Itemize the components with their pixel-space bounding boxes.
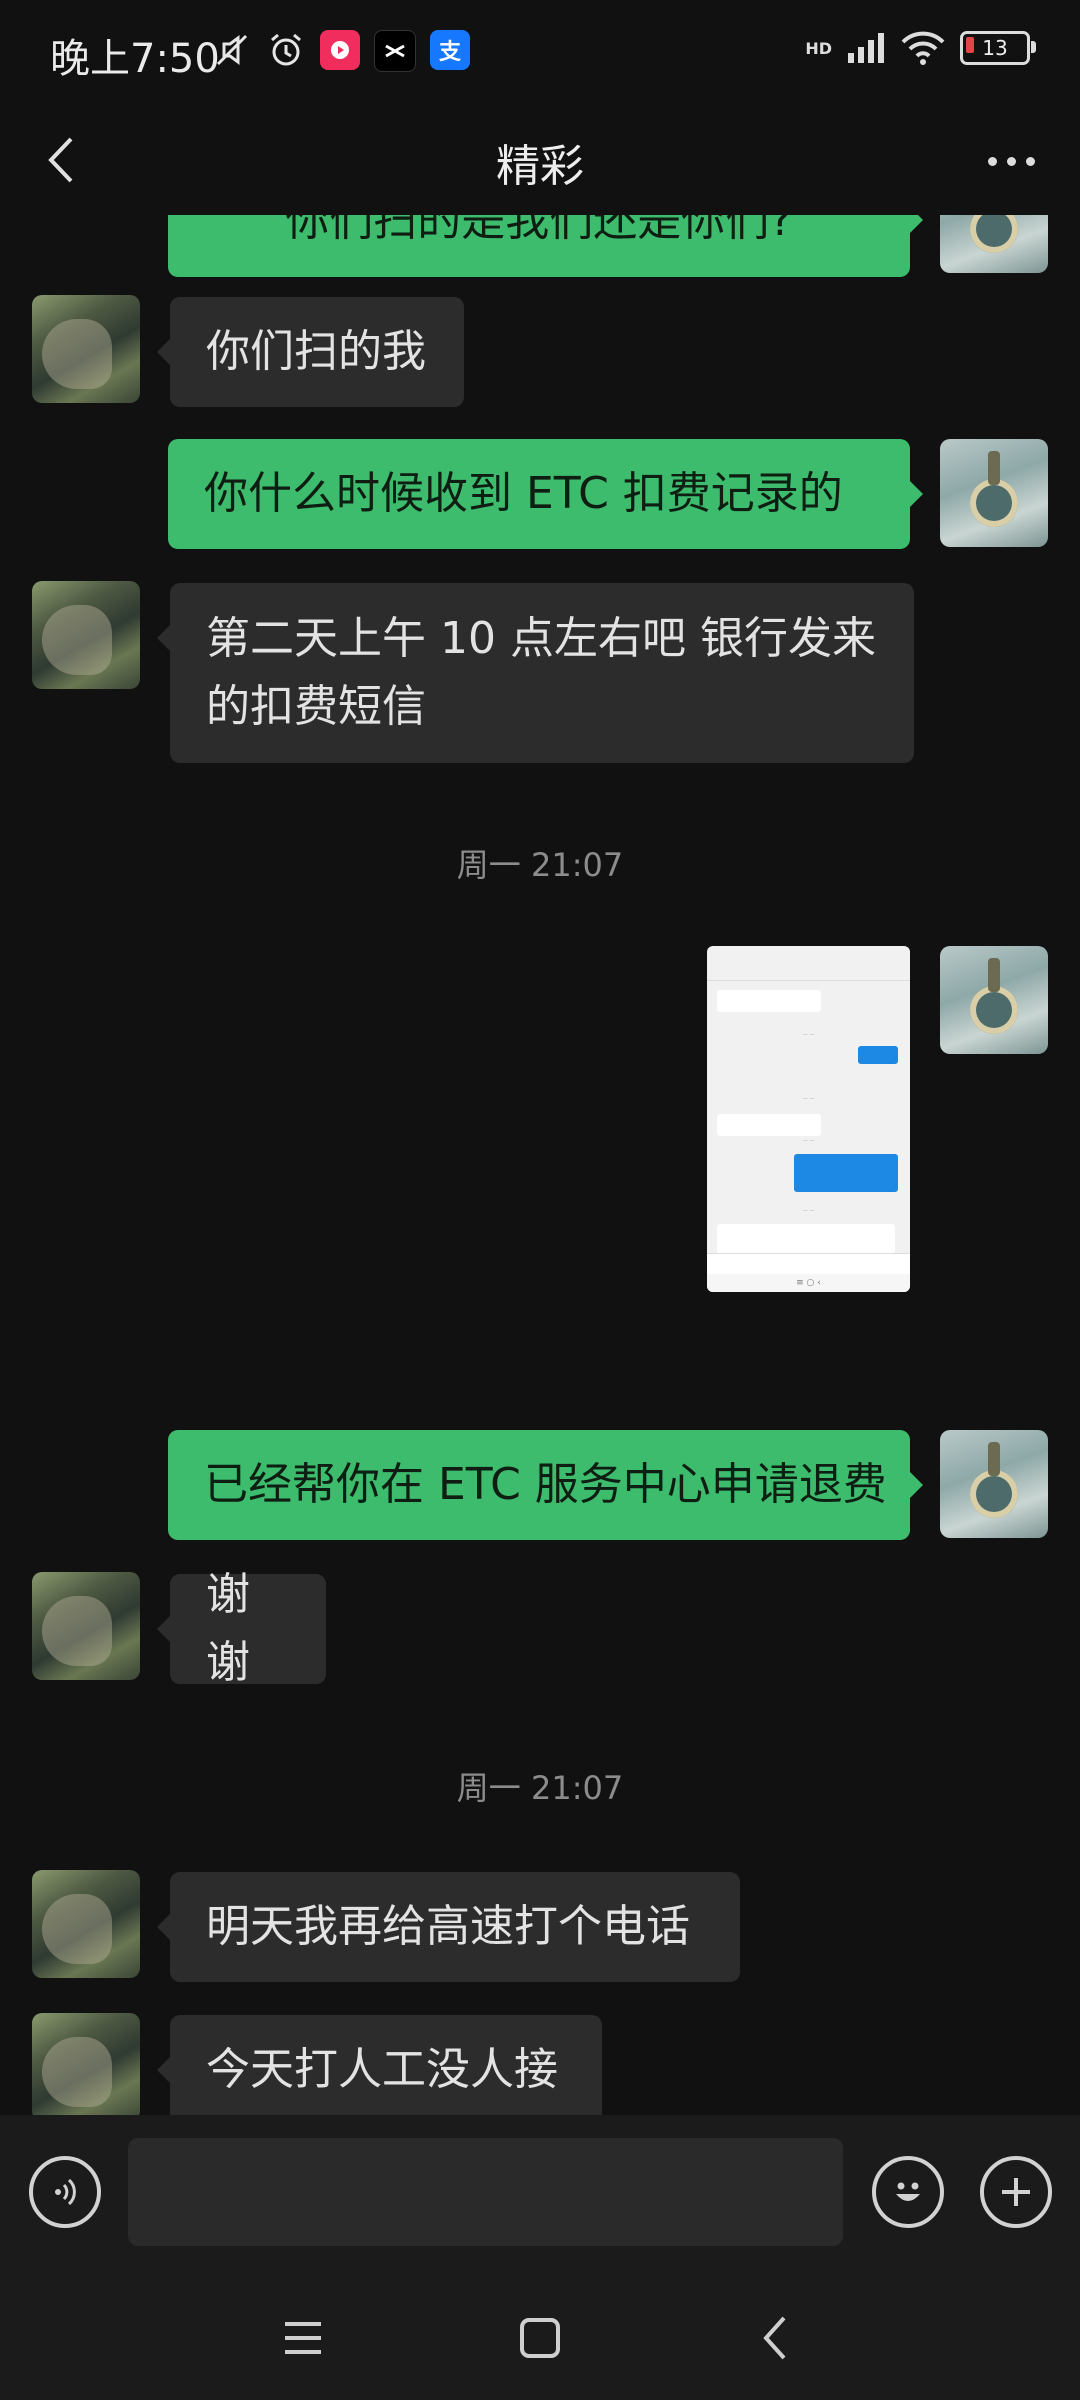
video-app-icon xyxy=(320,30,360,70)
avatar-contact[interactable] xyxy=(32,1870,140,1978)
chat-screenshot-image[interactable]: — — — — — — — — ≡ ○ ‹ xyxy=(707,946,910,1292)
message-bubble-received[interactable]: 明天我再给高速打个电话 xyxy=(157,1872,740,1982)
thumb-status xyxy=(707,946,910,960)
message-text: 你们扫的是我们还是你们? xyxy=(285,215,793,246)
avatar-self[interactable] xyxy=(940,1430,1048,1538)
network-type: HD xyxy=(805,38,832,58)
signal-icon xyxy=(848,33,884,63)
battery-level: 13 xyxy=(982,36,1008,60)
thumb-nav: ≡ ○ ‹ xyxy=(707,1274,910,1292)
more-dots-icon[interactable] xyxy=(966,133,1056,189)
thumb-ts: — — xyxy=(802,1138,815,1144)
message-text: 今天打人工没人接 xyxy=(206,2044,558,2095)
emoji-button[interactable] xyxy=(872,2156,944,2228)
avatar-contact[interactable] xyxy=(32,1572,140,1680)
message-text: 你们扫的我 xyxy=(206,326,426,377)
message-bubble-received[interactable]: 第二天上午 10 点左右吧 银行发来的扣费短信 xyxy=(157,583,914,763)
emoji-icon xyxy=(896,2182,920,2201)
message-input[interactable] xyxy=(128,2138,843,2246)
mute-icon xyxy=(212,30,252,70)
battery-icon: 13 xyxy=(960,31,1036,65)
status-system-icons: HD 13 xyxy=(805,30,1036,66)
message-bubble-sent[interactable]: 你什么时候收到 ETC 扣费记录的 xyxy=(168,439,923,549)
plus-button[interactable] xyxy=(980,2156,1052,2228)
thumb-bubble xyxy=(717,1224,895,1254)
home-icon xyxy=(520,2318,560,2358)
back-icon xyxy=(763,2316,786,2360)
status-time: 晚上7:50 xyxy=(50,36,220,82)
system-nav-bar xyxy=(0,2275,1080,2400)
alipay-icon: 支 xyxy=(430,30,470,70)
nav-home-button[interactable] xyxy=(500,2305,580,2371)
avatar-contact[interactable] xyxy=(32,2013,140,2115)
message-bubble-received[interactable]: 今天打人工没人接 xyxy=(157,2015,602,2115)
input-bar xyxy=(0,2115,1080,2275)
avatar-self[interactable] xyxy=(940,215,1048,273)
voice-icon xyxy=(55,2178,76,2206)
thumb-ts: — — xyxy=(802,1208,815,1214)
message-bubble-sent[interactable]: 你们扫的是我们还是你们? xyxy=(168,215,923,277)
thumb-bubble xyxy=(717,1114,821,1136)
message-timestamp: 周一 21:07 xyxy=(456,1769,624,1807)
message-timestamp: 周一 21:07 xyxy=(456,846,624,884)
nav-menu-button[interactable] xyxy=(263,2305,343,2371)
menu-icon xyxy=(285,2322,321,2354)
status-bar: 晚上7:50 支 HD 13 xyxy=(0,0,1080,105)
voice-button[interactable] xyxy=(29,2156,101,2228)
thumb-bubble xyxy=(717,990,821,1012)
alarm-icon xyxy=(266,30,306,70)
message-bubble-received[interactable]: 谢谢 xyxy=(157,1569,326,1688)
message-text: 明天我再给高速打个电话 xyxy=(206,1901,690,1952)
message-text: 你什么时候收到 ETC 扣费记录的 xyxy=(204,468,843,519)
avatar-contact[interactable] xyxy=(32,581,140,689)
thumb-header xyxy=(707,960,910,981)
avatar-contact[interactable] xyxy=(32,295,140,403)
message-list[interactable]: 你们扫的是我们还是你们? 你们扫的我 你什么时候收到 ETC 扣费记录的 第二天… xyxy=(0,215,1080,2115)
capcut-icon xyxy=(374,30,416,72)
message-bubble-sent[interactable]: 已经帮你在 ETC 服务中心申请退费 xyxy=(168,1430,923,1540)
nav-back-button[interactable] xyxy=(735,2305,815,2371)
chat-header: 精彩 xyxy=(0,105,1080,215)
thumb-input xyxy=(707,1253,910,1274)
avatar-self[interactable] xyxy=(940,439,1048,547)
thumb-ts: — — xyxy=(802,1032,815,1038)
message-bubble-received[interactable]: 你们扫的我 xyxy=(157,297,464,407)
plus-icon xyxy=(1002,2178,1030,2206)
message-text: 已经帮你在 ETC 服务中心申请退费 xyxy=(204,1459,887,1510)
chat-title: 精彩 xyxy=(496,141,584,192)
message-text: 第二天上午 10 点左右吧 银行发来的扣费短信 xyxy=(206,613,876,732)
thumb-bubble xyxy=(794,1154,898,1192)
thumb-ts: — — xyxy=(802,1096,815,1102)
thumb-bubble xyxy=(858,1046,898,1064)
avatar-self[interactable] xyxy=(940,946,1048,1054)
message-text: 谢谢 xyxy=(206,1569,250,1688)
status-notification-icons: 支 xyxy=(212,30,470,72)
wifi-icon xyxy=(901,31,945,65)
